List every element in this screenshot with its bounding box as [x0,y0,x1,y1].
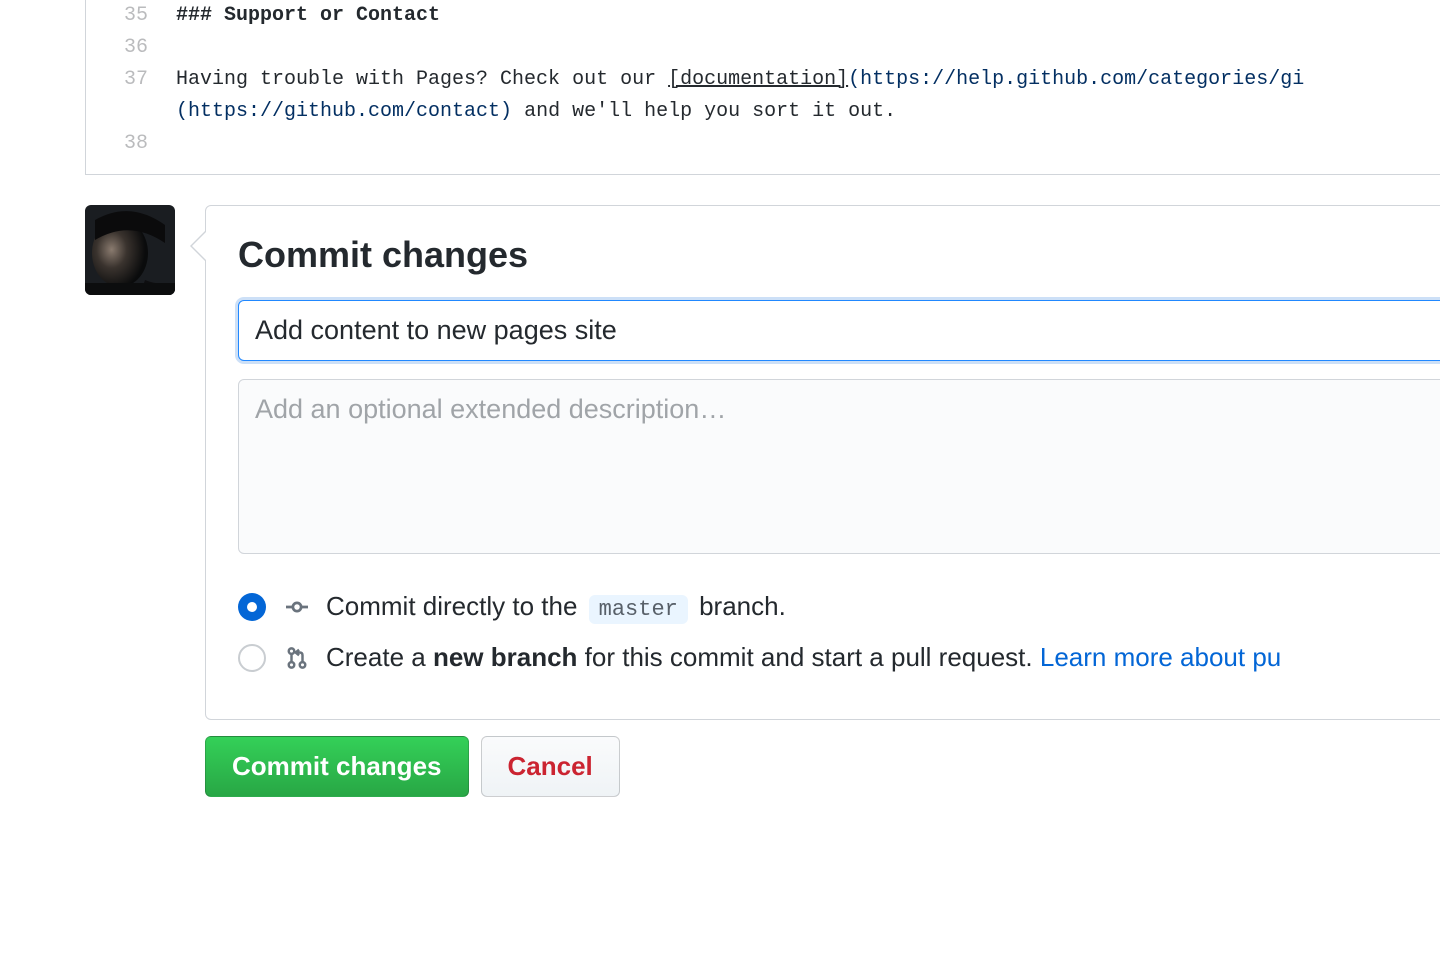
radio-commit-direct[interactable]: Commit directly to the master branch. [238,587,1440,626]
commit-heading: Commit changes [238,234,1440,276]
radio-new-branch-label: Create a new branch for this commit and … [326,638,1281,677]
code-line[interactable]: 37Having trouble with Pages? Check out o… [86,64,1440,96]
radio-unselected-icon [238,644,266,672]
avatar [85,205,175,295]
line-content[interactable]: ### Support or Contact [176,0,440,32]
radio-commit-direct-label: Commit directly to the master branch. [326,587,786,626]
commit-description-input[interactable] [238,379,1440,554]
learn-more-link[interactable]: Learn more about pu [1040,642,1281,672]
code-line[interactable]: 36 [86,32,1440,64]
line-number: 36 [86,32,176,64]
git-pull-request-icon [284,645,310,671]
radio-new-branch[interactable]: Create a new branch for this commit and … [238,638,1440,677]
cancel-button[interactable]: Cancel [481,736,620,797]
line-number: 38 [86,128,176,160]
commit-changes-box: Commit changes Commit directly to the ma… [205,205,1440,720]
git-commit-icon [284,594,310,620]
code-editor[interactable]: 35### Support or Contact3637Having troub… [85,0,1440,175]
line-number: 37 [86,64,176,96]
radio-selected-icon [238,593,266,621]
line-content[interactable]: Having trouble with Pages? Check out our… [176,64,1304,96]
line-number [86,96,176,128]
speech-caret [190,230,206,262]
code-line[interactable]: (https://github.com/contact) and we'll h… [86,96,1440,128]
line-number: 35 [86,0,176,32]
branch-name-badge: master [589,595,688,624]
code-line[interactable]: 38 [86,128,1440,160]
line-content[interactable]: (https://github.com/contact) and we'll h… [176,96,896,128]
code-line[interactable]: 35### Support or Contact [86,0,1440,32]
commit-summary-input[interactable] [238,300,1440,361]
commit-changes-button[interactable]: Commit changes [205,736,469,797]
